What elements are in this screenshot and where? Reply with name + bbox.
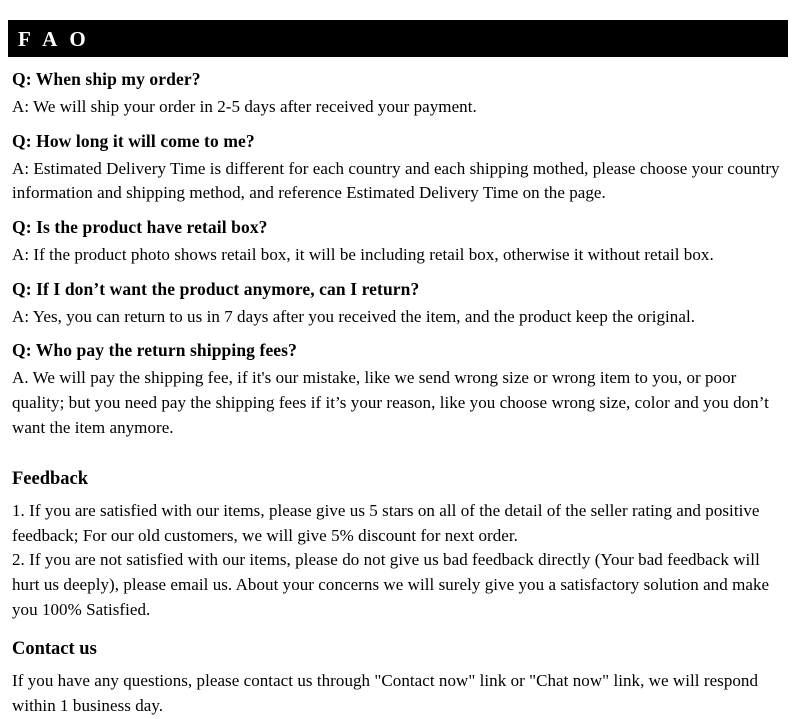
faq-answer: A: Yes, you can return to us in 7 days a… [12, 306, 696, 326]
faq-question: Q: Is the product have retail box? [12, 217, 268, 238]
feedback-section: Feedback 1. If you are satisfied with ou… [8, 467, 788, 623]
faq-item: Q: How long it will come to me? A: Estim… [12, 129, 786, 206]
faq-question: Q: If I don’t want the product anymore, … [12, 278, 420, 299]
feedback-paragraph: 1. If you are satisfied with our items, … [12, 500, 760, 545]
faq-banner-title: F A O [18, 26, 90, 51]
faq-answer: A. We will pay the shipping fee, if it's… [12, 368, 769, 437]
faq-question: Q: When ship my order? [12, 69, 201, 89]
faq-item: Q: Is the product have retail box? A: If… [12, 215, 786, 268]
faq-question: Q: How long it will come to me? [12, 130, 255, 151]
contact-section: Contact us If you have any questions, pl… [8, 637, 788, 719]
feedback-heading: Feedback [12, 468, 89, 489]
faq-question-list: Q: When ship my order? A: We will ship y… [8, 67, 788, 441]
faq-question: Q: Who pay the return shipping fees? [12, 340, 297, 361]
faq-page: F A O Q: When ship my order? A: We will … [0, 0, 800, 715]
faq-banner: F A O [8, 20, 788, 57]
faq-item: Q: If I don’t want the product anymore, … [12, 277, 786, 330]
faq-answer: A: If the product photo shows retail box… [12, 244, 714, 264]
feedback-paragraph: 2. If you are not satisfied with our ite… [12, 550, 770, 620]
faq-item: Q: Who pay the return shipping fees? A. … [12, 338, 786, 440]
faq-answer: A: We will ship your order in 2-5 days a… [12, 96, 477, 116]
faq-answer: A: Estimated Delivery Time is different … [12, 158, 780, 203]
contact-paragraph: If you have any questions, please contac… [12, 670, 759, 715]
faq-item: Q: When ship my order? A: We will ship y… [12, 67, 786, 120]
contact-heading: Contact us [12, 638, 97, 659]
